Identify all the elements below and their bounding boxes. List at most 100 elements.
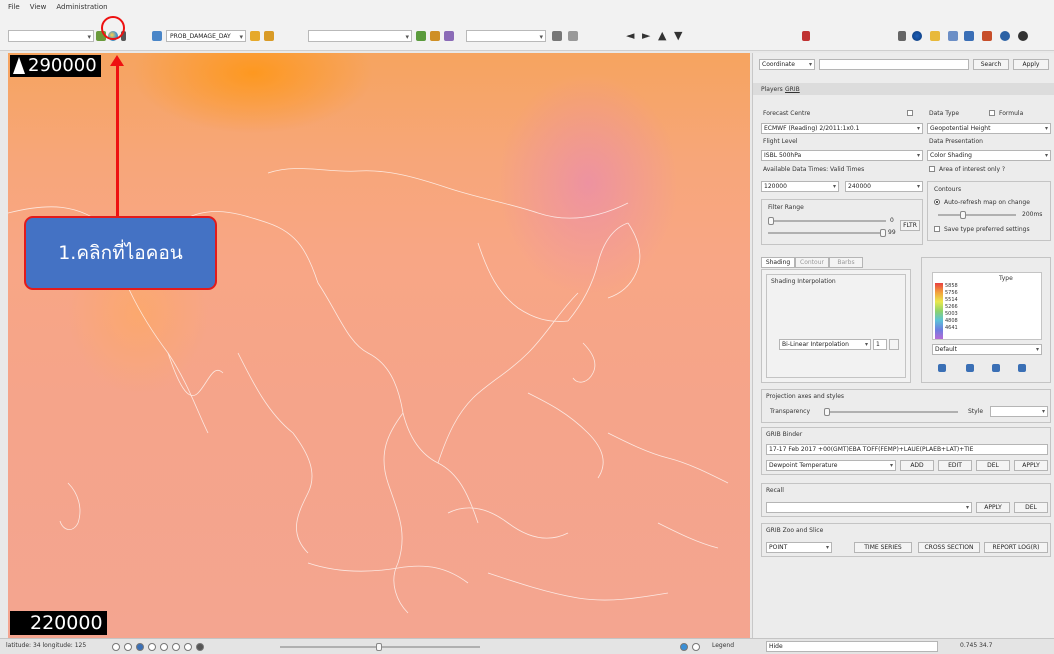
menu-view[interactable]: View (30, 3, 47, 11)
shading-interp-label: Shading Interpolation (771, 278, 836, 285)
binder-apply-button[interactable]: APPLY (1014, 460, 1048, 471)
legend-toggle[interactable]: Legend (712, 642, 734, 649)
status-combo[interactable]: Hide (766, 641, 938, 652)
graph-icon[interactable] (444, 31, 454, 41)
time-combo[interactable] (466, 30, 546, 43)
range-min-slider[interactable] (768, 217, 886, 225)
binder-combo[interactable]: Dewpoint Temperature (766, 460, 896, 471)
interpolation-value[interactable]: 1 (873, 339, 887, 350)
data-type-combo[interactable]: Geopotential Height (927, 123, 1051, 134)
player-value[interactable]: GRIB (785, 86, 800, 93)
scale-min-label: 220000 (10, 611, 107, 635)
contours-group: Contours Auto-refresh map on change 200m… (927, 181, 1051, 241)
layer-combo[interactable]: PROB_DAMAGE_DAY (166, 30, 246, 43)
status-circle-icon[interactable] (184, 643, 192, 651)
layer-icon[interactable] (152, 31, 162, 41)
auto-refresh-radio[interactable] (934, 199, 940, 205)
search-button[interactable]: Search (973, 59, 1009, 70)
refresh-rate-knob[interactable] (960, 211, 966, 219)
print-icon[interactable] (196, 643, 204, 651)
report-log-button[interactable]: REPORT LOG(R) (984, 542, 1048, 553)
refresh-rate-value: 200ms (1022, 211, 1043, 218)
binder-delete-button[interactable]: DEL (976, 460, 1010, 471)
range-max-slider[interactable] (768, 229, 886, 237)
flight-level-combo[interactable]: ISBL 500hPa (761, 150, 923, 161)
filter-button[interactable]: FLTR (900, 220, 920, 231)
info-icon[interactable] (1018, 31, 1028, 41)
status-circle-icon[interactable] (136, 643, 144, 651)
menu-file[interactable]: File (8, 3, 20, 11)
menu-administration[interactable]: Administration (56, 3, 107, 11)
status-circle-icon[interactable] (160, 643, 168, 651)
time-slider[interactable] (280, 643, 480, 651)
time-series-button[interactable]: TIME SERIES (854, 542, 912, 553)
pen-icon[interactable] (898, 31, 906, 41)
palette-new-icon[interactable] (938, 364, 946, 372)
forecast-centre-combo[interactable]: ECMWF (Reading) 2/2011:1x0.1 (761, 123, 923, 134)
recall-label: Recall (766, 487, 784, 494)
book-icon[interactable] (964, 31, 974, 41)
nav-down-icon[interactable]: ▼ (674, 29, 682, 42)
chart-icon[interactable] (264, 31, 274, 41)
interpolation-spinner[interactable] (889, 339, 899, 350)
status-circle-icon[interactable] (124, 643, 132, 651)
forecast-centre-icon[interactable] (907, 110, 913, 116)
nav-next-icon[interactable]: ► (642, 29, 650, 42)
status-bar: latitude: 34 longitude: 125 Legend Hide … (0, 638, 1054, 654)
status-circle-icon[interactable] (172, 643, 180, 651)
refresh-rate-slider[interactable] (938, 211, 1016, 219)
tab-barbs[interactable]: Barbs (829, 257, 863, 268)
map-combo[interactable] (308, 30, 412, 43)
zoom-icon[interactable] (680, 643, 688, 651)
apply-button[interactable]: Apply (1013, 59, 1049, 70)
save-icon[interactable] (430, 31, 440, 41)
binder-add-button[interactable]: ADD (900, 460, 934, 471)
settings-icon[interactable] (982, 31, 992, 41)
transparency-slider[interactable] (824, 408, 958, 416)
text-alt-icon[interactable] (568, 31, 578, 41)
palette-filter-icon[interactable] (992, 364, 1000, 372)
save-type-checkbox[interactable] (934, 226, 940, 232)
style-combo[interactable] (990, 406, 1048, 417)
formula-checkbox[interactable] (989, 110, 995, 116)
time-slider-knob[interactable] (376, 643, 382, 651)
globe-small-icon[interactable] (692, 643, 700, 651)
recall-combo[interactable] (766, 502, 972, 513)
product-combo[interactable] (8, 30, 94, 43)
time-to-combo[interactable]: 240000 (845, 181, 923, 192)
palette-delete-icon[interactable] (1018, 364, 1026, 372)
nav-prev-icon[interactable]: ◄ (626, 29, 634, 42)
palette-list[interactable]: Type 5858 5756 5514 5266 5003 4808 4641 (932, 272, 1042, 340)
marker-icon[interactable] (802, 31, 810, 41)
interpolation-combo[interactable]: Bi-Linear Interpolation (779, 339, 871, 350)
cross-section-button[interactable]: CROSS SECTION (918, 542, 980, 553)
export-icon[interactable] (416, 31, 426, 41)
range-min-knob[interactable] (768, 217, 774, 225)
tab-shading[interactable]: Shading (761, 257, 795, 268)
transparency-knob[interactable] (824, 408, 830, 416)
time-from-combo[interactable]: 120000 (761, 181, 839, 192)
nav-up-icon[interactable]: ▲ (658, 29, 666, 42)
earth-icon[interactable] (912, 31, 922, 41)
status-circle-icon[interactable] (112, 643, 120, 651)
lightbulb-icon[interactable] (930, 31, 940, 41)
recall-apply-button[interactable]: APPLY (976, 502, 1010, 513)
tab-contour[interactable]: Contour (795, 257, 829, 268)
grib-binder-input[interactable]: 17-17 Feb 2017 +00(GMT)EBA TOFF(FEMP)+LA… (766, 444, 1048, 455)
zoom-type-combo[interactable]: POINT (766, 542, 832, 553)
text-icon[interactable] (552, 31, 562, 41)
document-icon[interactable] (948, 31, 958, 41)
area-of-interest-checkbox[interactable] (929, 166, 935, 172)
status-circle-icon[interactable] (148, 643, 156, 651)
range-max-knob[interactable] (880, 229, 886, 237)
palette-edit-icon[interactable] (966, 364, 974, 372)
data-presentation-combo[interactable]: Color Shading (927, 150, 1051, 161)
search-type-combo[interactable]: Coordinate (759, 59, 815, 70)
binder-edit-button[interactable]: EDIT (938, 460, 972, 471)
palette-combo[interactable]: Default (932, 344, 1042, 355)
search-input[interactable] (819, 59, 969, 70)
help-icon[interactable] (1000, 31, 1010, 41)
folder-icon[interactable] (250, 31, 260, 41)
recall-delete-button[interactable]: DEL (1014, 502, 1048, 513)
map-canvas[interactable]: 290000 220000 (8, 53, 750, 638)
